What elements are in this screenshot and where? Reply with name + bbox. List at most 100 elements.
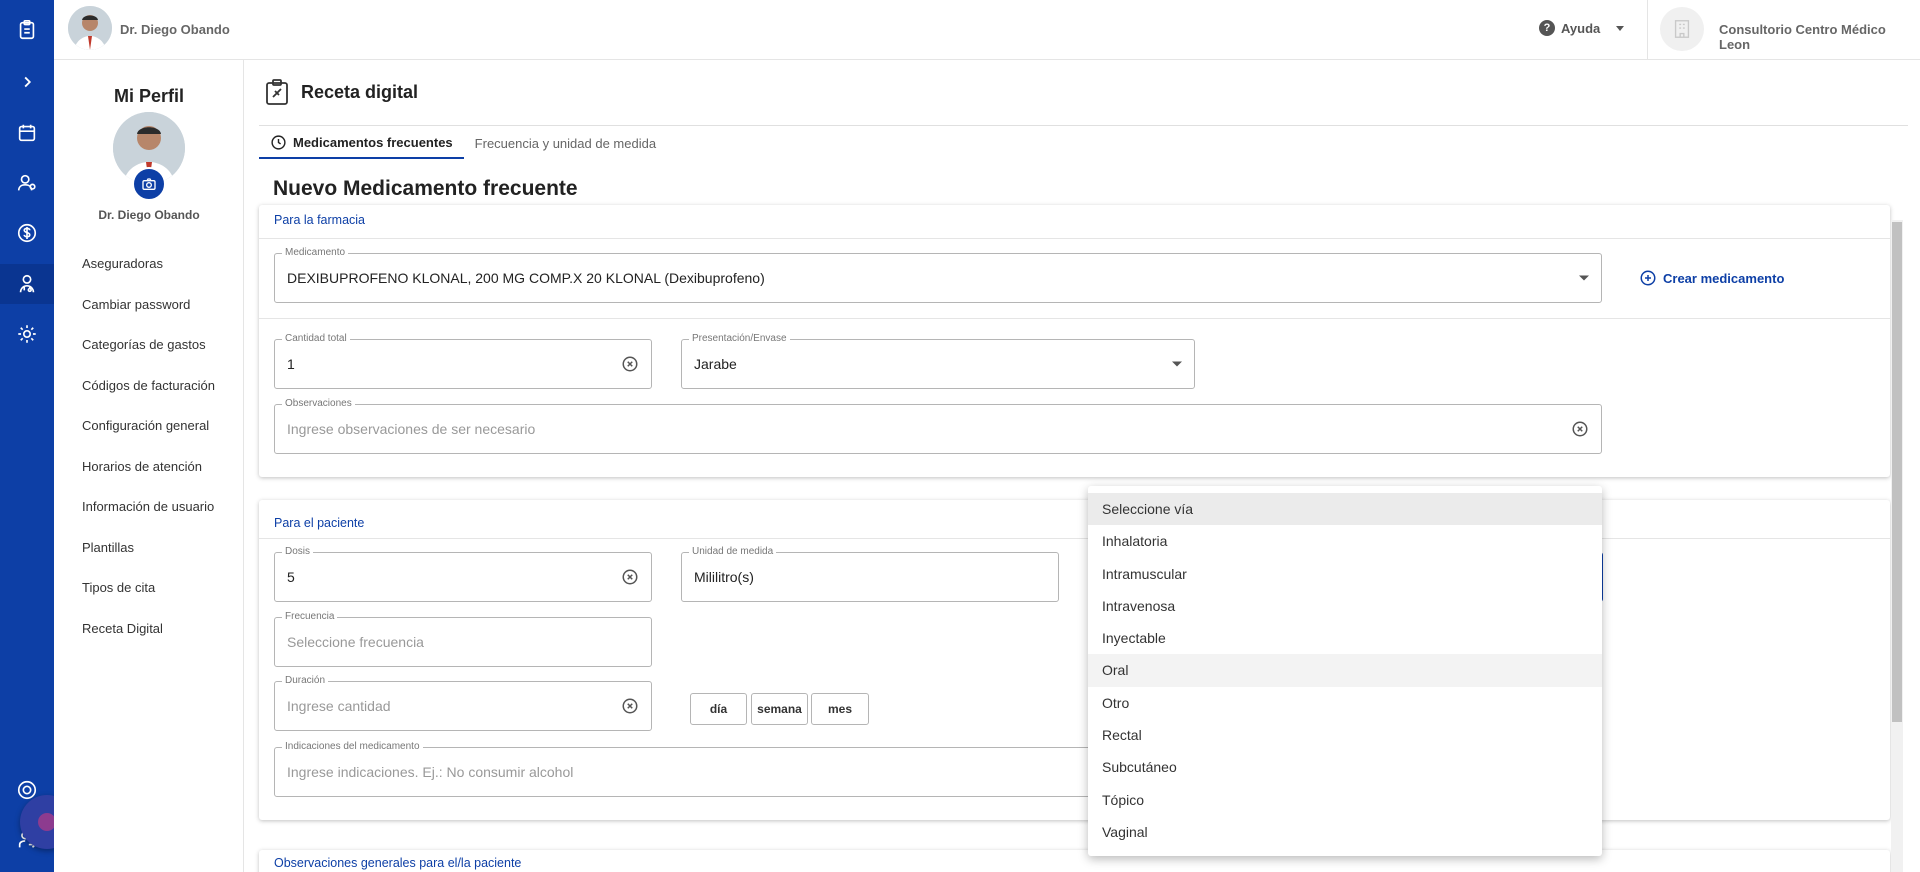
general-card: Observaciones generales para el/la pacie… <box>259 850 1890 872</box>
field-label: Unidad de medida <box>689 546 777 558</box>
page-header: Receta digital <box>263 78 418 106</box>
clock-icon <box>271 134 286 150</box>
dosis-input[interactable]: Dosis 5 <box>274 546 652 602</box>
dropdown-arrow-icon <box>1579 275 1589 281</box>
main-content: Receta digital Medicamentos frecuentes F… <box>244 60 1920 872</box>
clinic-name[interactable]: Consultorio Centro Médico Leon <box>1719 22 1920 52</box>
field-placeholder: Ingrese observaciones de ser necesario <box>287 421 536 437</box>
card-title: Observaciones generales para el/la pacie… <box>274 856 522 870</box>
field-placeholder: Ingrese cantidad <box>287 698 391 714</box>
via-option[interactable]: Otro <box>1088 687 1602 719</box>
help-label: Ayuda <box>1561 20 1601 36</box>
pharmacy-card: Para la farmacia Medicamento DEXIBUPROFE… <box>259 205 1890 477</box>
doctor-icon[interactable] <box>0 264 54 304</box>
via-option[interactable]: Vaginal <box>1088 816 1602 848</box>
settings-icon[interactable] <box>0 314 54 354</box>
field-value: Jarabe <box>694 356 737 372</box>
field-placeholder: Seleccione frecuencia <box>287 634 424 650</box>
via-option[interactable]: Intravenosa <box>1088 590 1602 622</box>
via-option[interactable]: Tópico <box>1088 784 1602 816</box>
via-option[interactable]: Intramuscular <box>1088 558 1602 590</box>
field-label: Duración <box>282 675 329 687</box>
menu-item-aseguradoras[interactable]: Aseguradoras <box>82 256 215 297</box>
via-option[interactable]: Subcutáneo <box>1088 751 1602 783</box>
duracion-input[interactable]: Duración Ingrese cantidad <box>274 675 652 731</box>
help-icon: ? <box>1539 20 1555 36</box>
dollar-icon[interactable] <box>0 213 54 253</box>
menu-item-tipos-cita[interactable]: Tipos de cita <box>82 580 215 621</box>
field-label: Frecuencia <box>282 611 338 623</box>
via-option[interactable]: Seleccione vía <box>1088 493 1602 526</box>
clear-icon[interactable] <box>1571 420 1589 438</box>
menu-item-receta-digital[interactable]: Receta Digital <box>82 621 215 662</box>
via-dropdown-menu: Seleccione vía Inhalatoria Intramuscular… <box>1088 486 1602 856</box>
via-option[interactable]: Inhalatoria <box>1088 525 1602 557</box>
medicamento-select[interactable]: Medicamento DEXIBUPROFENO KLONAL, 200 MG… <box>274 247 1602 303</box>
via-option[interactable]: Rectal <box>1088 719 1602 751</box>
menu-item-cambiar-password[interactable]: Cambiar password <box>82 297 215 338</box>
patient-card: Para el paciente Dosis 5 Unidad de medid… <box>259 500 1890 820</box>
plus-circle-icon <box>1640 270 1656 286</box>
field-label: Dosis <box>282 546 314 558</box>
section-title: Nuevo Medicamento frecuente <box>273 177 578 200</box>
divider <box>259 318 1890 319</box>
field-value: Mililitro(s) <box>694 569 754 585</box>
chevron-right-icon[interactable] <box>0 62 54 102</box>
frecuencia-input[interactable]: Frecuencia Seleccione frecuencia <box>274 611 652 667</box>
caret-down-icon <box>1616 25 1625 31</box>
dropdown-arrow-icon <box>1172 361 1182 367</box>
clear-icon[interactable] <box>621 568 639 586</box>
tab-label: Medicamentos frecuentes <box>293 134 453 150</box>
menu-item-horarios-atencion[interactable]: Horarios de atención <box>82 459 215 500</box>
clipboard-icon[interactable] <box>0 10 54 50</box>
field-value: 5 <box>287 569 295 585</box>
tab-frecuencia-unidad[interactable]: Frecuencia y unidad de medida <box>464 127 667 159</box>
clear-icon[interactable] <box>621 697 639 715</box>
menu-item-plantillas[interactable]: Plantillas <box>82 540 215 581</box>
menu-item-configuracion-general[interactable]: Configuración general <box>82 418 215 459</box>
unidad-medida-input[interactable]: Unidad de medida Mililitro(s) <box>681 546 1059 602</box>
help-menu[interactable]: ? Ayuda <box>1539 20 1625 36</box>
menu-item-codigos-facturacion[interactable]: Códigos de facturación <box>82 378 215 419</box>
clinic-logo[interactable] <box>1660 7 1704 51</box>
unit-mes-button[interactable]: mes <box>811 693 869 725</box>
tab-medicamentos-frecuentes[interactable]: Medicamentos frecuentes <box>259 127 464 159</box>
profile-heading: Mi Perfil <box>113 86 184 106</box>
create-label: Crear medicamento <box>1663 270 1785 286</box>
camera-icon[interactable] <box>132 167 166 201</box>
field-label: Presentación/Envase <box>689 333 790 345</box>
cantidad-total-input[interactable]: Cantidad total 1 <box>274 333 652 389</box>
tab-bar: Medicamentos frecuentes Frecuencia y uni… <box>259 127 667 159</box>
unit-semana-button[interactable]: semana <box>751 693 808 725</box>
profile-name: Dr. Diego Obando <box>98 208 200 222</box>
field-label: Cantidad total <box>282 333 350 345</box>
card-title: Para el paciente <box>274 516 365 530</box>
doctor-name: Dr. Diego Obando <box>120 22 230 37</box>
divider <box>259 538 1890 539</box>
observaciones-input[interactable]: Observaciones Ingrese observaciones de s… <box>274 398 1602 454</box>
create-medicamento-button[interactable]: Crear medicamento <box>1639 269 1784 287</box>
tab-label: Frecuencia y unidad de medida <box>474 135 657 151</box>
field-label: Observaciones <box>282 398 355 410</box>
top-bar: Dr. Diego Obando ? Ayuda Consultorio Cen… <box>54 0 1920 60</box>
via-option[interactable]: Inyectable <box>1088 622 1602 654</box>
scrollbar-thumb[interactable] <box>1892 222 1902 722</box>
via-option[interactable]: Oral <box>1088 654 1602 687</box>
app-rail <box>0 0 54 872</box>
divider <box>1647 0 1648 60</box>
clear-icon[interactable] <box>621 355 639 373</box>
field-placeholder: Ingrese indicaciones. Ej.: No consumir a… <box>287 764 574 780</box>
profile-sidebar: Mi Perfil Dr. Diego Obando Aseguradoras … <box>54 60 244 872</box>
unit-dia-button[interactable]: día <box>690 693 747 725</box>
presentacion-select[interactable]: Presentación/Envase Jarabe <box>681 333 1195 389</box>
avatar[interactable] <box>68 6 112 50</box>
patients-icon[interactable] <box>0 163 54 203</box>
field-value: DEXIBUPROFENO KLONAL, 200 MG COMP.X 20 K… <box>287 270 765 286</box>
field-label: Indicaciones del medicamento <box>282 741 423 753</box>
menu-item-categorias-gastos[interactable]: Categorías de gastos <box>82 337 215 378</box>
prescription-icon <box>266 79 288 105</box>
calendar-icon[interactable] <box>0 113 54 153</box>
card-title: Para la farmacia <box>274 213 366 227</box>
menu-item-informacion-usuario[interactable]: Información de usuario <box>82 499 215 540</box>
field-value: 1 <box>287 356 295 372</box>
